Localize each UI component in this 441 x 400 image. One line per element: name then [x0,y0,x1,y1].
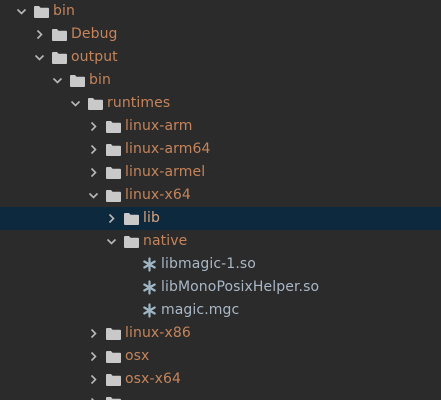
folder-icon [106,167,121,179]
folder-icon [52,52,67,64]
tree-label: lib [143,210,160,226]
chevron-down-icon[interactable] [34,52,45,63]
tree-row-output-bin[interactable]: bin [0,69,441,92]
tree-label: runtimes [107,95,171,111]
tree-label: bin [53,3,75,19]
tree-row-osx[interactable]: osx [0,345,441,368]
tree-label: native [143,233,188,249]
tree-row-partial[interactable] [0,391,441,400]
folder-icon [106,328,121,340]
folder-icon [106,190,121,202]
tree-row-linux-armel[interactable]: linux-armel [0,161,441,184]
chevron-down-icon[interactable] [106,236,117,247]
tree-row-lib-selected[interactable]: lib [0,207,441,230]
tree-row-linux-arm64[interactable]: linux-arm64 [0,138,441,161]
tree-label: libmagic-1.so [161,256,256,272]
tree-row-linux-x86[interactable]: linux-x86 [0,322,441,345]
folder-icon [34,6,49,18]
chevron-right-icon[interactable] [34,29,45,40]
folder-icon [70,75,85,87]
tree-label: output [71,49,118,65]
tree-label: osx-x64 [125,371,181,387]
tree-label: Debug [71,26,118,42]
tree-row-bin[interactable]: bin [0,0,441,23]
tree-row-linux-x64[interactable]: linux-x64 [0,184,441,207]
chevron-right-icon[interactable] [88,167,99,178]
folder-icon [106,144,121,156]
tree-label: linux-armel [125,164,206,180]
chevron-down-icon[interactable] [16,6,27,17]
folder-icon [106,351,121,363]
chevron-right-icon[interactable] [88,374,99,385]
chevron-right-icon[interactable] [88,121,99,132]
tree-row-runtimes[interactable]: runtimes [0,92,441,115]
tree-label: bin [89,72,111,88]
project-file-tree: bin Debug output bin runtimes linux-arm … [0,0,441,400]
chevron-down-icon[interactable] [70,98,81,109]
tree-label: linux-x64 [125,187,191,203]
tree-label: magic.mgc [161,302,240,318]
tree-label: libMonoPosixHelper.so [161,279,320,295]
folder-icon [88,98,103,110]
asterisk-file-icon [142,303,157,318]
chevron-right-icon[interactable] [88,328,99,339]
folder-icon [106,374,121,386]
tree-label: linux-arm [125,118,193,134]
chevron-down-icon[interactable] [88,190,99,201]
tree-row-magic-mgc-file[interactable]: magic.mgc [0,299,441,322]
asterisk-file-icon [142,280,157,295]
tree-label: osx [125,348,150,364]
chevron-right-icon[interactable] [88,144,99,155]
chevron-right-icon[interactable] [88,351,99,362]
tree-row-osx-x64[interactable]: osx-x64 [0,368,441,391]
tree-row-libmagic-file[interactable]: libmagic-1.so [0,253,441,276]
tree-row-linux-arm[interactable]: linux-arm [0,115,441,138]
chevron-down-icon[interactable] [52,75,63,86]
folder-icon [52,29,67,41]
tree-row-native[interactable]: native [0,230,441,253]
folder-icon [124,213,139,225]
folder-icon [106,121,121,133]
folder-icon [124,236,139,248]
tree-row-libmonoposixhelper-file[interactable]: libMonoPosixHelper.so [0,276,441,299]
tree-row-debug[interactable]: Debug [0,23,441,46]
tree-row-output[interactable]: output [0,46,441,69]
asterisk-file-icon [142,257,157,272]
tree-label: linux-arm64 [125,141,211,157]
tree-label: linux-x86 [125,325,191,341]
chevron-right-icon[interactable] [106,213,117,224]
